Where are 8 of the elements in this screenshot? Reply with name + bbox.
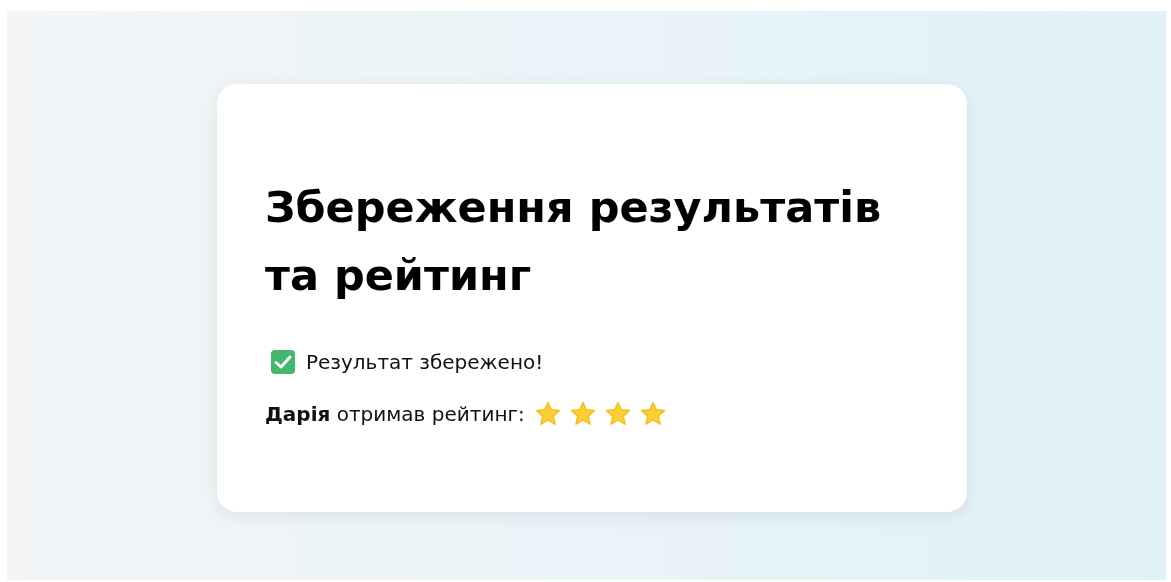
rating-label: Дарія отримав рейтинг: [265,401,525,426]
star-icon [534,401,561,426]
star-icon [639,401,666,426]
checkmark-icon [270,349,296,375]
star-icon [569,401,596,426]
card-title: Збереження результатів та рейтинг [265,181,883,302]
star-icon [604,401,631,426]
status-message: Результат збережено! [306,350,544,374]
